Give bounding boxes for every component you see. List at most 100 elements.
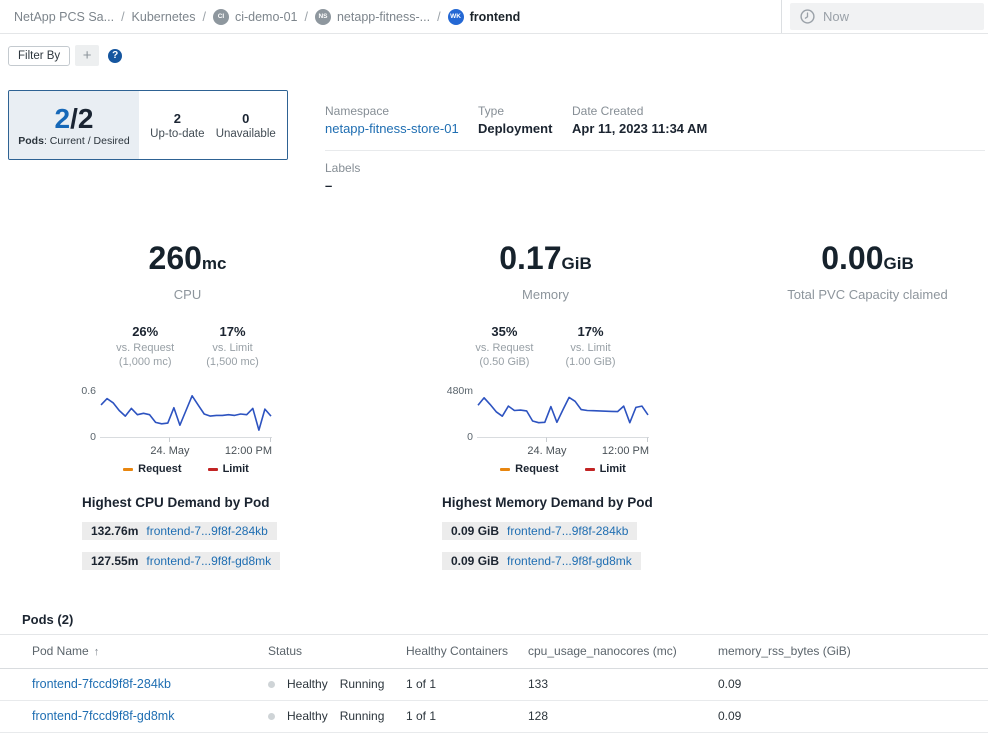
memory-chart-ymax-tick: 480m [443, 385, 473, 397]
cpu-label: CPU [70, 287, 305, 302]
details-panel: Namespace netapp-fitness-store-01 Type D… [325, 104, 985, 193]
namespace-label: Namespace [325, 104, 478, 118]
breadcrumb-separator: / [437, 10, 440, 24]
add-filter-button[interactable]: + [75, 45, 99, 66]
memory-value: 0.17GiB [428, 240, 663, 282]
breadcrumb-label: ci-demo-01 [235, 10, 298, 24]
request-swatch [500, 468, 510, 471]
namespace-icon: NS [315, 9, 331, 25]
cpu-vs-limit: 17% vs. Limit(1,500 mc) [206, 324, 259, 369]
up-to-date-stat: 2 Up-to-date [150, 111, 204, 140]
pod-link[interactable]: frontend-7...9f8f-284kb [146, 524, 267, 538]
cpu-usage-cell: 133 [528, 668, 718, 700]
pod-name-link[interactable]: frontend-7fccd9f8f-gd8mk [32, 709, 174, 723]
highest-cpu-section: Highest CPU Demand by Pod 132.76m fronten… [82, 495, 280, 570]
pods-current: 2 [55, 103, 71, 134]
help-icon[interactable]: ? [108, 49, 122, 63]
memory-metric-column: 0.17GiB Memory 35% vs. Request(0.50 GiB)… [428, 240, 663, 473]
unavailable-stat: 0 Unavailable [216, 111, 276, 140]
column-header-healthy-containers[interactable]: Healthy Containers [406, 635, 528, 668]
cpu-chart-legend: Request Limit [100, 463, 272, 475]
highest-memory-title: Highest Memory Demand by Pod [442, 495, 653, 510]
legend-item-limit[interactable]: Limit [585, 463, 626, 475]
detail-labels: Labels – [325, 161, 985, 193]
highest-cpu-row: 127.55mfrontend-7...9f8f-gd8mk [82, 552, 280, 570]
legend-item-request[interactable]: Request [500, 463, 558, 475]
pods-caption-rest: : Current / Desired [44, 135, 130, 147]
pod-link[interactable]: frontend-7...9f8f-284kb [507, 524, 628, 538]
column-header-cpu-usage[interactable]: cpu_usage_nanocores (mc) [528, 635, 718, 668]
memory-vs-request: 35% vs. Request(0.50 GiB) [475, 324, 533, 369]
memory-chart-xticks: 24. May 12:00 PM [477, 445, 649, 459]
memory-demand-value: 0.09 GiB [451, 554, 499, 568]
clock-icon [800, 9, 815, 24]
time-range-selector[interactable]: Now [790, 3, 984, 30]
date-created-value: Apr 11, 2023 11:34 AM [572, 121, 707, 136]
labels-value: – [325, 178, 985, 193]
detail-type: Type Deployment [478, 104, 572, 136]
status-cell: Healthy Running [268, 709, 406, 723]
legend-item-request[interactable]: Request [123, 463, 181, 475]
memory-vs-row: 35% vs. Request(0.50 GiB) 17% vs. Limit(… [428, 324, 663, 369]
pod-link[interactable]: frontend-7...9f8f-gd8mk [507, 554, 632, 568]
top-bar: NetApp PCS Sa... / Kubernetes / CI ci-de… [0, 0, 988, 34]
cpu-value: 260mc [70, 240, 305, 282]
health-status: Healthy [287, 677, 328, 691]
limit-swatch [585, 468, 595, 471]
namespace-link[interactable]: netapp-fitness-store-01 [325, 121, 478, 136]
breadcrumb-label: NetApp PCS Sa... [14, 10, 114, 24]
time-range-label: Now [823, 9, 849, 24]
breadcrumb-item-cluster[interactable]: CI ci-demo-01 [213, 9, 298, 25]
memory-label: Memory [428, 287, 663, 302]
type-value: Deployment [478, 121, 572, 136]
column-header-status[interactable]: Status [268, 635, 406, 668]
health-status: Healthy [287, 709, 328, 723]
pods-table: Pod Name↑ Status Healthy Containers cpu_… [0, 635, 988, 733]
memory-chart-legend: Request Limit [477, 463, 649, 475]
status-dot-icon [268, 713, 275, 720]
column-header-pod-name[interactable]: Pod Name↑ [0, 635, 268, 668]
phase-status: Running [340, 709, 385, 723]
phase-status: Running [340, 677, 385, 691]
cpu-vs-request-pct: 26% [116, 324, 174, 339]
breadcrumb-label: netapp-fitness-... [337, 10, 430, 24]
pod-name-link[interactable]: frontend-7fccd9f8f-284kb [32, 677, 171, 691]
breadcrumb-item-tenant[interactable]: NetApp PCS Sa... [14, 10, 114, 24]
pods-ratio-caption: Pods: Current / Desired [18, 135, 129, 147]
highest-memory-section: Highest Memory Demand by Pod 0.09 GiB fro… [442, 495, 653, 570]
pvc-value: 0.00GiB [750, 240, 985, 282]
breadcrumb-item-kubernetes[interactable]: Kubernetes [132, 10, 196, 24]
limit-swatch [208, 468, 218, 471]
table-row: frontend-7fccd9f8f-gd8mk HealthyRunning … [0, 700, 988, 732]
memory-vs-request-caption: vs. Request(0.50 GiB) [475, 341, 533, 369]
memory-unit: GiB [562, 254, 592, 273]
memory-number: 0.17 [499, 240, 561, 276]
date-created-label: Date Created [572, 104, 707, 118]
pod-link[interactable]: frontend-7...9f8f-gd8mk [146, 554, 271, 568]
pods-status-pane: 2 Up-to-date 0 Unavailable [139, 91, 287, 159]
healthy-containers-cell: 1 of 1 [406, 668, 528, 700]
unavailable-value: 0 [216, 111, 276, 126]
cpu-demand-value: 132.76m [91, 524, 138, 538]
breadcrumb-item-namespace[interactable]: NS netapp-fitness-... [315, 9, 430, 25]
highest-cpu-title: Highest CPU Demand by Pod [82, 495, 280, 510]
pvc-metric-column: 0.00GiB Total PVC Capacity claimed [750, 240, 985, 302]
legend-item-limit[interactable]: Limit [208, 463, 249, 475]
cpu-vs-request: 26% vs. Request(1,000 mc) [116, 324, 174, 369]
memory-vs-limit-caption: vs. Limit(1.00 GiB) [565, 341, 615, 369]
cpu-metric-column: 260mc CPU 26% vs. Request(1,000 mc) 17% … [70, 240, 305, 473]
request-swatch [123, 468, 133, 471]
breadcrumb-label: Kubernetes [132, 10, 196, 24]
filter-bar: Filter By + ? [8, 45, 122, 66]
memory-vs-request-pct: 35% [475, 324, 533, 339]
memory-chart-plot [477, 391, 649, 443]
status-dot-icon [268, 681, 275, 688]
cpu-vs-request-caption: vs. Request(1,000 mc) [116, 341, 174, 369]
healthy-containers-cell: 1 of 1 [406, 700, 528, 732]
column-header-memory-rss[interactable]: memory_rss_bytes (GiB) [718, 635, 988, 668]
pods-table-header-row: Pod Name↑ Status Healthy Containers cpu_… [0, 635, 988, 668]
pods-table-title: Pods (2) [22, 612, 73, 627]
filter-by-button[interactable]: Filter By [8, 46, 70, 66]
pvc-number: 0.00 [821, 240, 883, 276]
pods-caption-bold: Pods [18, 135, 44, 147]
